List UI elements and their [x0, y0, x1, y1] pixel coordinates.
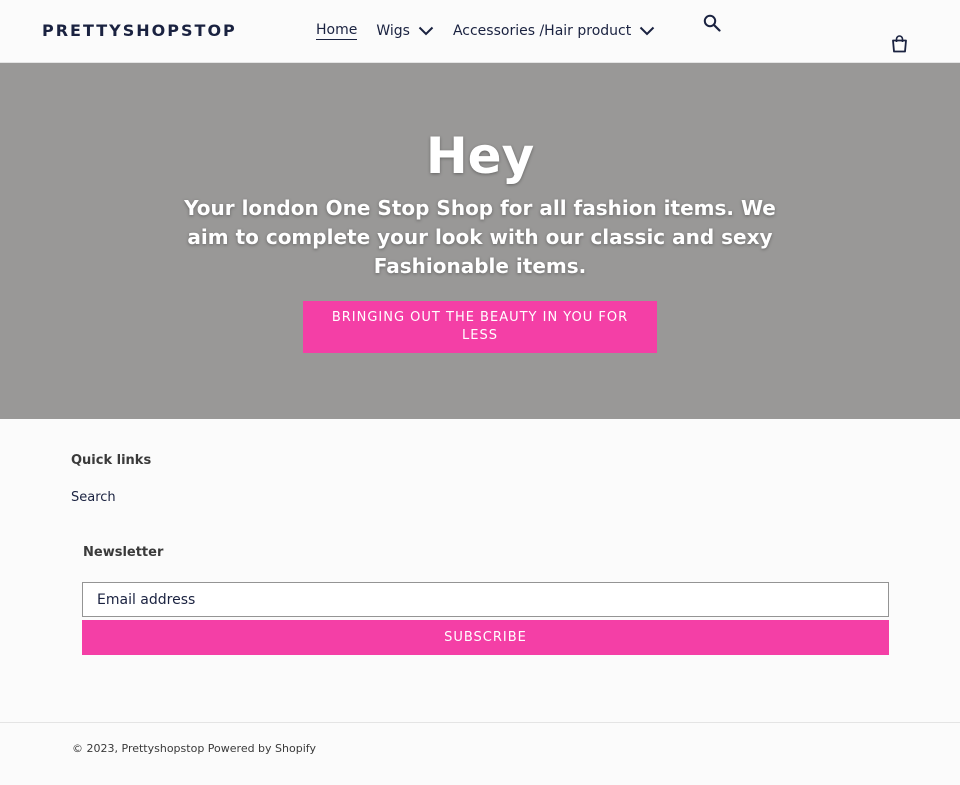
- main-nav: Home Wigs Accessories /Hair product: [316, 22, 674, 40]
- email-field[interactable]: [82, 582, 889, 617]
- search-icon[interactable]: [703, 14, 721, 32]
- powered-by-link[interactable]: Powered by Shopify: [208, 742, 316, 755]
- quick-links-title: Quick links: [71, 453, 152, 468]
- quick-link-search[interactable]: Search: [71, 490, 116, 505]
- hero-banner: Hey Your london One Stop Shop for all fa…: [0, 63, 960, 419]
- hero-subtitle: Your london One Stop Shop for all fashio…: [184, 196, 776, 278]
- nav-item-wigs[interactable]: Wigs: [376, 23, 434, 39]
- site-header: PRETTYSHOPSTOP Home Wigs Accessories /Ha…: [0, 0, 960, 63]
- nav-item-accessories[interactable]: Accessories /Hair product: [453, 23, 655, 39]
- subscribe-button[interactable]: SUBSCRIBE: [82, 620, 889, 655]
- newsletter-title: Newsletter: [83, 545, 164, 560]
- chevron-down-icon: [418, 26, 434, 36]
- chevron-down-icon: [640, 26, 655, 36]
- shop-name-link[interactable]: Prettyshopstop: [122, 742, 205, 755]
- nav-home-label: Home: [316, 22, 358, 40]
- hero-cta-label: BRINGING OUT THE BEAUTY IN YOU FOR LESS: [331, 310, 629, 343]
- nav-wigs-label: Wigs: [376, 23, 410, 39]
- site-logo[interactable]: PRETTYSHOPSTOP: [42, 21, 237, 40]
- footer-divider: [0, 722, 960, 723]
- copyright: © 2023, Prettyshopstop Powered by Shopif…: [72, 742, 316, 755]
- hero-title: Hey: [425, 127, 535, 185]
- nav-accessories-label: Accessories /Hair product: [452, 23, 632, 39]
- hero-cta-button[interactable]: BRINGING OUT THE BEAUTY IN YOU FOR LESS: [303, 301, 657, 353]
- subscribe-label: SUBSCRIBE: [444, 630, 527, 645]
- cart-icon[interactable]: [891, 35, 908, 53]
- nav-item-home[interactable]: Home: [316, 22, 358, 40]
- copyright-prefix: © 2023,: [72, 742, 118, 755]
